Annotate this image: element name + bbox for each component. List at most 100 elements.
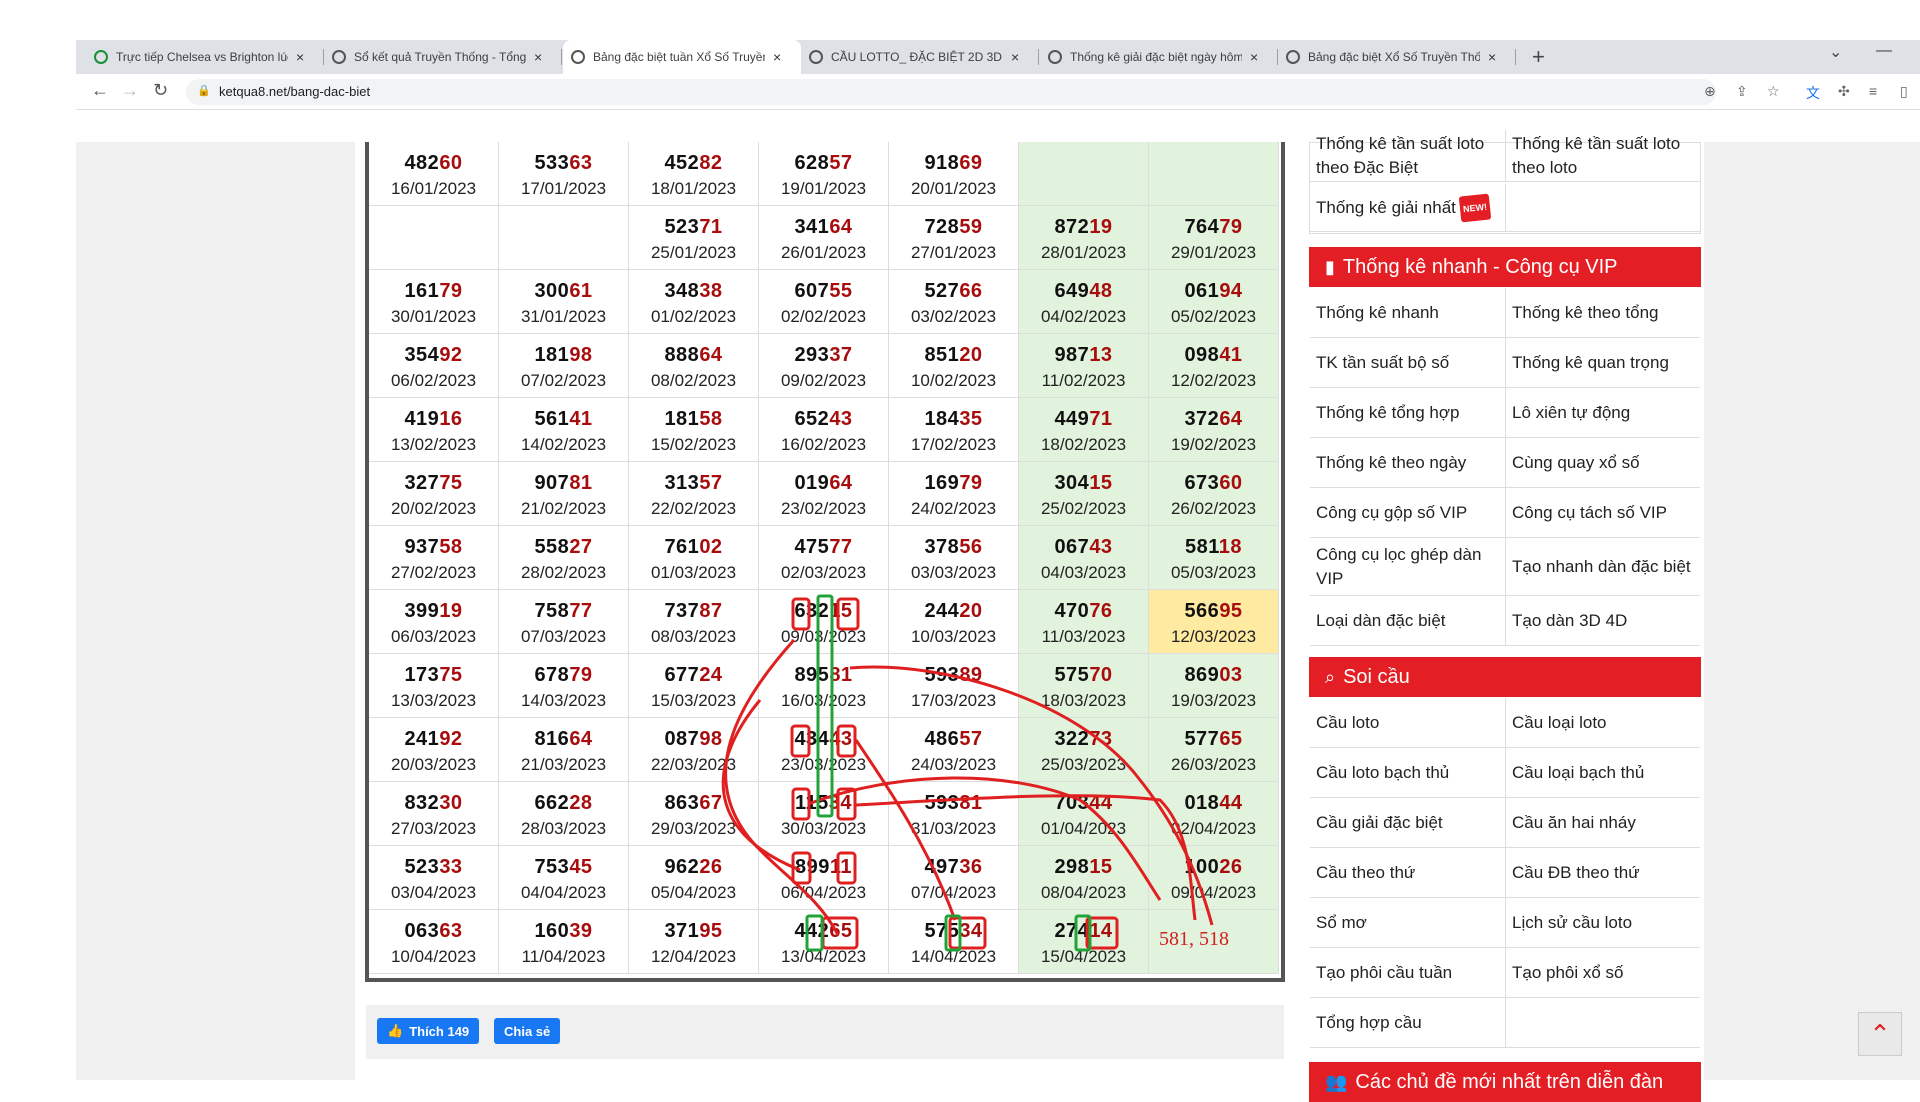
- browser-tab[interactable]: Bảng đặc biệt tuần Xổ Số Truyền ×: [563, 40, 801, 74]
- sidebar-link[interactable]: Thống kê tổng hợp: [1310, 388, 1505, 438]
- result-cell: 48260 16/01/2023: [369, 142, 499, 206]
- sidebar-link[interactable]: Cầu loto: [1310, 698, 1505, 748]
- bookmark-star-icon[interactable]: ☆: [1767, 83, 1780, 100]
- sidebar-link[interactable]: Tạo dàn 3D 4D: [1505, 596, 1700, 646]
- tab-search-chevron-icon[interactable]: ⌄: [1829, 42, 1842, 62]
- close-tab-icon[interactable]: ×: [773, 49, 781, 65]
- result-cell: 70344 01/04/2023: [1019, 782, 1149, 846]
- sidebar-link-label: Cầu loto: [1316, 712, 1380, 732]
- prize-date: 04/03/2023: [1040, 563, 1127, 582]
- lock-icon[interactable]: 🔒: [197, 84, 211, 97]
- sidebar-link[interactable]: Tạo phôi xổ số: [1505, 948, 1700, 998]
- result-cell: 65243 16/02/2023: [759, 398, 889, 462]
- side-panel-icon[interactable]: ▯: [1900, 83, 1908, 100]
- sidebar-link[interactable]: Công cụ tách số VIP: [1505, 488, 1700, 538]
- minimize-button[interactable]: —: [1876, 42, 1892, 60]
- extensions-puzzle-icon[interactable]: ✣: [1838, 83, 1850, 100]
- sidebar-link[interactable]: Lịch sử cầu loto: [1505, 898, 1700, 948]
- users-icon: 👥: [1325, 1071, 1348, 1092]
- prize-number: 86903: [1184, 664, 1243, 686]
- sidebar-link[interactable]: Cầu loto bạch thủ: [1310, 748, 1505, 798]
- sidebar-link[interactable]: Tạo phôi cầu tuần: [1310, 948, 1505, 998]
- scroll-to-top-button[interactable]: ⌃: [1858, 1012, 1902, 1056]
- translate-icon[interactable]: 文: [1806, 83, 1820, 103]
- close-tab-icon[interactable]: ×: [1488, 49, 1496, 65]
- sidebar-link[interactable]: Thống kê nhanh: [1310, 288, 1505, 338]
- sidebar-link[interactable]: Thống kê quan trọng: [1505, 338, 1700, 388]
- tab-title: Trực tiếp Chelsea vs Brighton lúc: [116, 50, 288, 64]
- result-cell: 48657 24/03/2023: [889, 718, 1019, 782]
- result-cell: 89911 06/04/2023: [759, 846, 889, 910]
- back-arrow-icon[interactable]: ←: [91, 80, 109, 101]
- result-cell: 53363 17/01/2023: [499, 142, 629, 206]
- prize-number: 16039: [534, 920, 593, 942]
- close-tab-icon[interactable]: ×: [1011, 49, 1019, 65]
- result-cell: 06743 04/03/2023: [1019, 526, 1149, 590]
- sidebar-link[interactable]: Thống kê theo ngày: [1310, 438, 1505, 488]
- sidebar-link[interactable]: Thống kê theo tổng: [1505, 288, 1700, 338]
- sidebar-link-label: Tạo phôi cầu tuần: [1316, 962, 1453, 982]
- sidebar-link[interactable]: Lô xiên tự động: [1505, 388, 1700, 438]
- prize-date: 13/03/2023: [390, 691, 477, 710]
- address-bar[interactable]: [186, 79, 1716, 105]
- prize-date: 16/03/2023: [780, 691, 867, 710]
- result-cell: 86903 19/03/2023: [1149, 654, 1279, 718]
- forward-arrow-icon[interactable]: →: [121, 80, 139, 101]
- sidebar-link[interactable]: Thống kê giải nhất NEW!: [1310, 184, 1505, 232]
- close-tab-icon[interactable]: ×: [296, 49, 304, 65]
- prize-number: 09841: [1184, 344, 1243, 366]
- sidebar-link[interactable]: Sổ mơ: [1310, 898, 1505, 948]
- browser-tab[interactable]: Bảng đặc biệt Xổ Số Truyền Thốn ×: [1278, 40, 1516, 74]
- sidebar-link-label: TK tần suất bộ số: [1316, 352, 1450, 372]
- close-tab-icon[interactable]: ×: [534, 49, 542, 65]
- sidebar-link[interactable]: Cầu ĐB theo thứ: [1505, 848, 1700, 898]
- prize-date: 21/03/2023: [520, 755, 607, 774]
- prize-date: 08/03/2023: [650, 627, 737, 646]
- facebook-like-button[interactable]: 👍 Thích 149: [377, 1018, 480, 1044]
- sidebar-link[interactable]: Cầu theo thứ: [1310, 848, 1505, 898]
- sidebar-link[interactable]: Tạo nhanh dàn đặc biệt: [1505, 538, 1700, 596]
- result-cell: 58118 05/03/2023: [1149, 526, 1279, 590]
- sidebar-link[interactable]: Cầu loại bạch thủ: [1505, 748, 1700, 798]
- sidebar-link[interactable]: Thống kê tần suất loto theo loto: [1505, 130, 1700, 182]
- sidebar-link[interactable]: Công cụ gộp số VIP: [1310, 488, 1505, 538]
- facebook-share-button[interactable]: Chia sẻ: [494, 1018, 561, 1044]
- result-cell: 52371 25/01/2023: [629, 206, 759, 270]
- share-icon[interactable]: ⇪: [1736, 83, 1748, 100]
- sidebar-link[interactable]: Thống kê tần suất loto theo Đặc Biệt: [1310, 130, 1505, 182]
- prize-number: 01964: [794, 472, 853, 494]
- sidebar-link-label: Sổ mơ: [1316, 912, 1367, 932]
- sidebar-link[interactable]: Cầu ăn hai nháy: [1505, 798, 1700, 848]
- browser-tab[interactable]: Thống kê giải đặc biệt ngày hôm ×: [1040, 40, 1278, 74]
- zoom-icon[interactable]: ⊕: [1704, 83, 1716, 100]
- sidebar-link-label: Tạo dàn 3D 4D: [1512, 610, 1628, 630]
- reload-icon[interactable]: ↻: [153, 80, 168, 101]
- new-tab-button[interactable]: +: [1532, 44, 1545, 70]
- sidebar-link[interactable]: TK tần suất bộ số: [1310, 338, 1505, 388]
- result-cell: 16179 30/01/2023: [369, 270, 499, 334]
- prize-date: 26/01/2023: [780, 243, 867, 262]
- result-cell: 35492 06/02/2023: [369, 334, 499, 398]
- prize-date: 17/03/2023: [910, 691, 997, 710]
- prize-date: 19/01/2023: [780, 179, 867, 198]
- result-cell: 66228 28/03/2023: [499, 782, 629, 846]
- prize-number: 63215: [794, 600, 853, 622]
- sidebar-link[interactable]: Cầu giải đặc biệt: [1310, 798, 1505, 848]
- sidebar-link[interactable]: Loại dàn đặc biệt: [1310, 596, 1505, 646]
- sidebar-link[interactable]: Tổng hợp cầu: [1310, 998, 1505, 1048]
- sidebar-link-label: Thống kê giải nhất: [1316, 197, 1456, 217]
- prize-date: 08/04/2023: [1040, 883, 1127, 902]
- browser-tab[interactable]: Trực tiếp Chelsea vs Brighton lúc ×: [86, 40, 324, 74]
- reading-list-icon[interactable]: ≡: [1869, 83, 1877, 99]
- close-tab-icon[interactable]: ×: [1250, 49, 1258, 65]
- sidebar-link[interactable]: Công cụ lọc ghép dàn VIP: [1310, 538, 1505, 596]
- prize-date: 13/04/2023: [780, 947, 867, 966]
- browser-tab[interactable]: CẦU LOTTO_ ĐẶC BIỆT 2D 3D 4D ×: [801, 40, 1039, 74]
- prize-number: 91869: [924, 152, 983, 174]
- sidebar-link-label: Cầu ăn hai nháy: [1512, 812, 1636, 832]
- browser-tab[interactable]: Sổ kết quả Truyền Thống - Tổng ×: [324, 40, 562, 74]
- url-text[interactable]: ketqua8.net/bang-dac-biet: [219, 84, 370, 99]
- result-cell: 49736 07/04/2023: [889, 846, 1019, 910]
- sidebar-link[interactable]: Cùng quay xổ số: [1505, 438, 1700, 488]
- sidebar-link[interactable]: Cầu loại loto: [1505, 698, 1700, 748]
